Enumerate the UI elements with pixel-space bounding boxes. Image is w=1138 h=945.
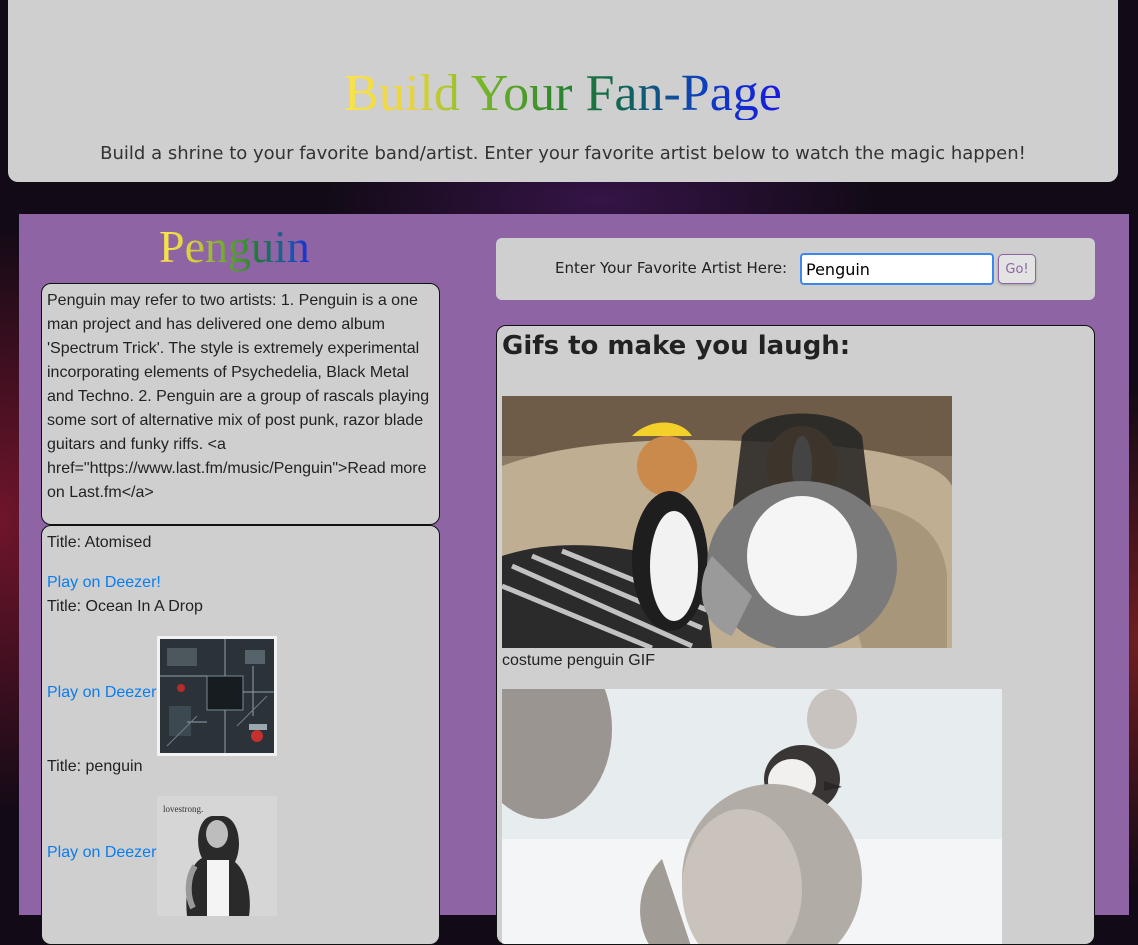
track-title: Title: penguin	[47, 758, 143, 775]
artist-name-heading: Penguin	[159, 221, 324, 273]
baby-penguin-on-snow-gif-icon[interactable]	[502, 689, 1002, 945]
dogs-in-penguin-costumes-gif-icon[interactable]	[502, 396, 952, 648]
gif-section-heading: Gifs to make you laugh:	[502, 331, 851, 361]
artist-bio-text: Penguin may refer to two artists: 1. Pen…	[47, 292, 430, 501]
fan-page-content: Penguin Penguin may refer to two artists…	[19, 214, 1129, 945]
play-on-deezer-link[interactable]: Play on Deezer!	[47, 574, 161, 592]
track-title: Title: Atomised	[47, 534, 152, 551]
go-button[interactable]: Go!	[998, 254, 1036, 284]
play-on-deezer-link[interactable]: Play on Deezer!	[47, 844, 161, 862]
track-title: Title: Ocean In A Drop	[47, 598, 203, 615]
artist-search-input[interactable]	[800, 253, 994, 285]
play-on-deezer-link[interactable]: Play on Deezer!	[47, 684, 161, 702]
artist-bio-card: Penguin may refer to two artists: 1. Pen…	[41, 283, 440, 525]
header-banner: Build Your Fan-Page Build a shrine to yo…	[8, 0, 1118, 182]
gif-card[interactable]: Gifs to make you laugh: costume penguin …	[496, 325, 1095, 945]
album-art-lettering: lovestrong.	[163, 804, 203, 814]
search-label: Enter Your Favorite Artist Here:	[555, 259, 788, 277]
tracks-card[interactable]: Title: Atomised Play on Deezer! Title: O…	[41, 525, 440, 945]
circuit-board-album-art-icon	[157, 636, 277, 756]
portrait-album-art-icon: lovestrong.	[157, 796, 277, 916]
gif-caption: costume penguin GIF	[502, 652, 655, 669]
search-panel: Enter Your Favorite Artist Here: Go!	[496, 238, 1095, 300]
site-subtitle: Build a shrine to your favorite band/art…	[100, 143, 1026, 164]
site-title: Build Your Fan-Page	[328, 68, 798, 120]
